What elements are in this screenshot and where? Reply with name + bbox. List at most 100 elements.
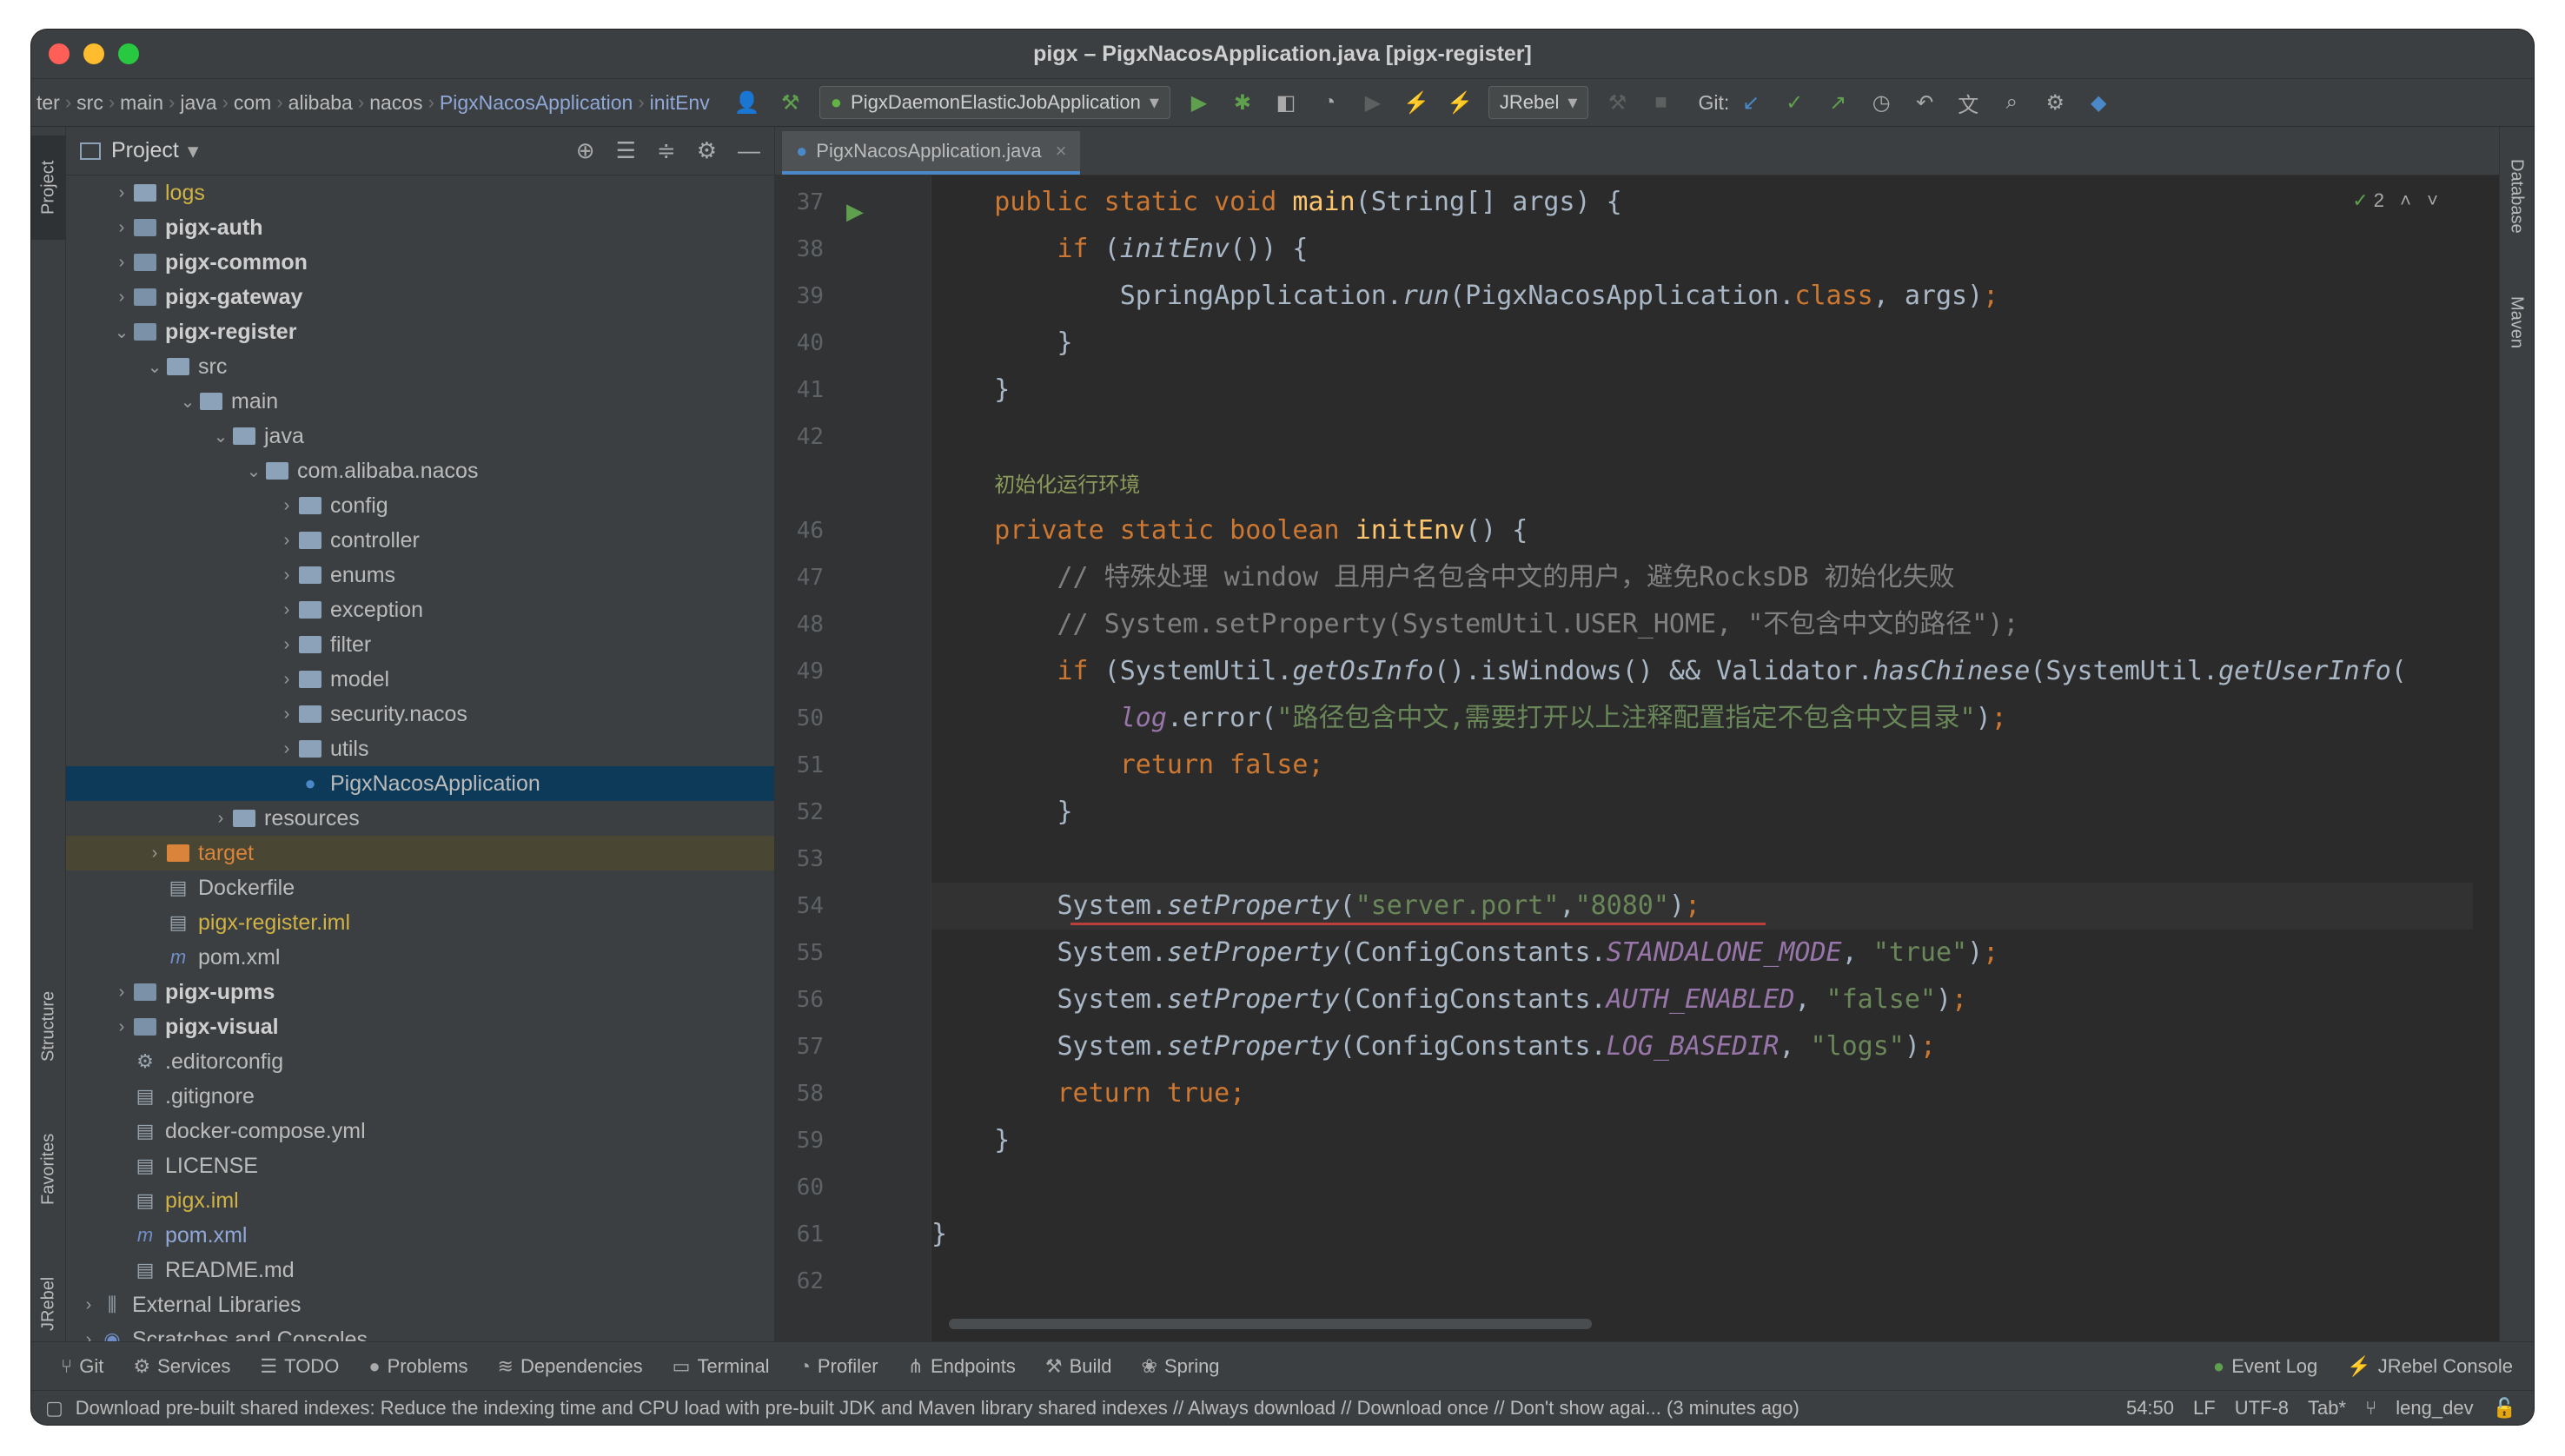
breadcrumb-item[interactable]: java — [175, 91, 222, 115]
chevron-down-icon[interactable]: ⌄ — [176, 391, 200, 413]
run-configuration-select[interactable]: ● PigxDaemonElasticJobApplication ▾ — [819, 86, 1170, 119]
chevron-right-icon[interactable]: › — [109, 1017, 134, 1037]
tree-item[interactable]: › target — [66, 836, 774, 870]
minimize-window-button[interactable] — [83, 43, 104, 64]
stop-icon[interactable]: ■ — [1647, 89, 1674, 116]
chevron-right-icon[interactable]: › — [275, 705, 299, 725]
bottom-tab-problems[interactable]: ● Problems — [368, 1355, 467, 1378]
jrebel-select[interactable]: JRebel ▾ — [1488, 86, 1589, 119]
code-line[interactable]: SpringApplication.run(PigxNacosApplicati… — [931, 273, 2473, 320]
code-line[interactable]: if (SystemUtil.getOsInfo().isWindows() &… — [931, 648, 2473, 695]
tree-item[interactable]: › utils — [66, 731, 774, 766]
tree-item[interactable]: ▤ pigx.iml — [66, 1183, 774, 1218]
chevron-down-icon[interactable]: ⌄ — [209, 426, 233, 447]
tree-item[interactable]: ⌄ src — [66, 349, 774, 384]
code-line[interactable] — [931, 414, 2473, 460]
jrebel-debug-icon[interactable]: ⚡ — [1447, 89, 1473, 116]
editor-horizontal-scrollbar[interactable] — [949, 1319, 1592, 1329]
breadcrumb-item[interactable]: main — [115, 91, 169, 115]
tool-tab-maven[interactable]: Maven — [2499, 275, 2534, 370]
chevron-right-icon[interactable]: › — [275, 635, 299, 655]
bottom-tab-build[interactable]: ⚒ Build — [1045, 1355, 1112, 1378]
hammer-disabled-icon[interactable]: ⚒ — [1604, 89, 1630, 116]
code-line[interactable]: return false; — [931, 742, 2473, 789]
chevron-right-icon[interactable]: › — [109, 288, 134, 308]
profile-icon[interactable]: ◔ — [1316, 89, 1342, 116]
chevron-right-icon[interactable]: › — [76, 1295, 101, 1315]
tree-item[interactable]: ⌄ java — [66, 419, 774, 453]
bottom-tab-services[interactable]: ⚙ Services — [133, 1355, 230, 1378]
bottom-tab-profiler[interactable]: ◔ Profiler — [799, 1355, 878, 1378]
breadcrumb-item[interactable]: PigxNacosApplication — [434, 91, 638, 115]
search-icon[interactable]: ⌕ — [1998, 89, 2025, 116]
git-branch[interactable]: leng_dev — [2396, 1397, 2473, 1420]
code-line[interactable] — [931, 1164, 2473, 1211]
chevron-right-icon[interactable]: › — [109, 253, 134, 273]
chevron-right-icon[interactable]: › — [209, 809, 233, 829]
bottom-tab-endpoints[interactable]: ⋔ Endpoints — [908, 1355, 1016, 1378]
chevron-down-icon[interactable]: ⌄ — [109, 321, 134, 343]
run-gutter-icon[interactable]: ▶ — [846, 198, 864, 225]
git-commit-icon[interactable]: ✓ — [1781, 89, 1807, 116]
tool-tab-favorites[interactable]: Favorites — [31, 1109, 66, 1230]
editor-tab-pigxnacosapplication[interactable]: ● PigxNacosApplication.java × — [782, 131, 1081, 175]
chevron-right-icon[interactable]: › — [275, 600, 299, 620]
chevron-right-icon[interactable]: › — [76, 1330, 101, 1342]
caret-position[interactable]: 54:50 — [2126, 1397, 2174, 1420]
tree-item[interactable]: ▤ Dockerfile — [66, 870, 774, 905]
chevron-down-icon[interactable]: ▾ — [188, 138, 199, 164]
close-tab-icon[interactable]: × — [1056, 140, 1067, 162]
chevron-right-icon[interactable]: › — [275, 670, 299, 690]
tree-item[interactable]: › ⫼ External Libraries — [66, 1287, 774, 1322]
chevron-right-icon[interactable]: › — [275, 566, 299, 586]
expand-all-icon[interactable]: ☰ — [616, 137, 636, 164]
debug-icon[interactable]: ✱ — [1229, 89, 1256, 116]
run-icon[interactable]: ▶ — [1186, 89, 1212, 116]
chevron-right-icon[interactable]: › — [275, 531, 299, 551]
bottom-tab-spring[interactable]: ❀ Spring — [1142, 1355, 1220, 1378]
line-separator[interactable]: LF — [2193, 1397, 2216, 1420]
chevron-right-icon[interactable]: › — [275, 739, 299, 759]
tree-item[interactable]: ▤ docker-compose.yml — [66, 1114, 774, 1148]
tree-item[interactable]: ▤ .gitignore — [66, 1079, 774, 1114]
git-push-icon[interactable]: ↗ — [1825, 89, 1851, 116]
user-icon[interactable]: 👤 — [734, 89, 760, 116]
history-icon[interactable]: ◷ — [1868, 89, 1894, 116]
build-hammer-icon[interactable]: ⚒ — [778, 89, 804, 116]
tree-item[interactable]: ⌄ main — [66, 384, 774, 419]
bottom-tab-event-log[interactable]: ● Event Log — [2213, 1355, 2317, 1378]
chevron-right-icon[interactable]: › — [109, 983, 134, 1003]
tree-item[interactable]: m pom.xml — [66, 1218, 774, 1253]
code-line[interactable]: } — [931, 320, 2473, 367]
code-line[interactable]: public static void main(String[] args) { — [931, 179, 2473, 226]
tree-item[interactable]: › ◉ Scratches and Consoles — [66, 1322, 774, 1342]
jrebel-run-icon[interactable]: ⚡ — [1403, 89, 1429, 116]
code-line[interactable]: 初始化运行环境 — [931, 460, 2473, 507]
close-window-button[interactable] — [49, 43, 70, 64]
settings-gear-icon[interactable]: ⚙ — [2042, 89, 2068, 116]
chevron-down-icon[interactable]: ⌄ — [242, 460, 266, 482]
tool-tab-structure[interactable]: Structure — [31, 961, 66, 1091]
tree-item[interactable]: › model — [66, 662, 774, 697]
panel-toggle-icon[interactable]: ▢ — [45, 1397, 63, 1420]
breadcrumb-item[interactable]: src — [71, 91, 109, 115]
code-line[interactable]: // 特殊处理 window 且用户名包含中文的用户，避免RocksDB 初始化… — [931, 554, 2473, 601]
project-panel-title[interactable]: Project — [111, 138, 179, 163]
chevron-right-icon[interactable]: › — [109, 183, 134, 203]
code-line[interactable]: System.setProperty(ConfigConstants.STAND… — [931, 930, 2473, 976]
code-line[interactable]: return true; — [931, 1070, 2473, 1117]
code-line[interactable]: } — [931, 1211, 2473, 1258]
tree-item[interactable]: › enums — [66, 558, 774, 592]
tree-item[interactable]: ▤ pigx-register.iml — [66, 905, 774, 940]
status-message[interactable]: Download pre-built shared indexes: Reduc… — [76, 1397, 1799, 1420]
code-line[interactable]: } — [931, 1117, 2473, 1164]
tree-item[interactable]: ⌄ com.alibaba.nacos — [66, 453, 774, 488]
code-line[interactable]: private static boolean initEnv() { — [931, 507, 2473, 554]
locate-file-icon[interactable]: ⊕ — [576, 137, 595, 164]
tree-item[interactable]: › pigx-upms — [66, 975, 774, 1009]
breadcrumb-item[interactable]: initEnv — [645, 91, 715, 115]
coverage-icon[interactable]: ◧ — [1273, 89, 1299, 116]
code-line[interactable] — [931, 836, 2473, 883]
chevron-right-icon[interactable]: › — [109, 218, 134, 238]
code-line[interactable]: System.setProperty(ConfigConstants.AUTH_… — [931, 976, 2473, 1023]
